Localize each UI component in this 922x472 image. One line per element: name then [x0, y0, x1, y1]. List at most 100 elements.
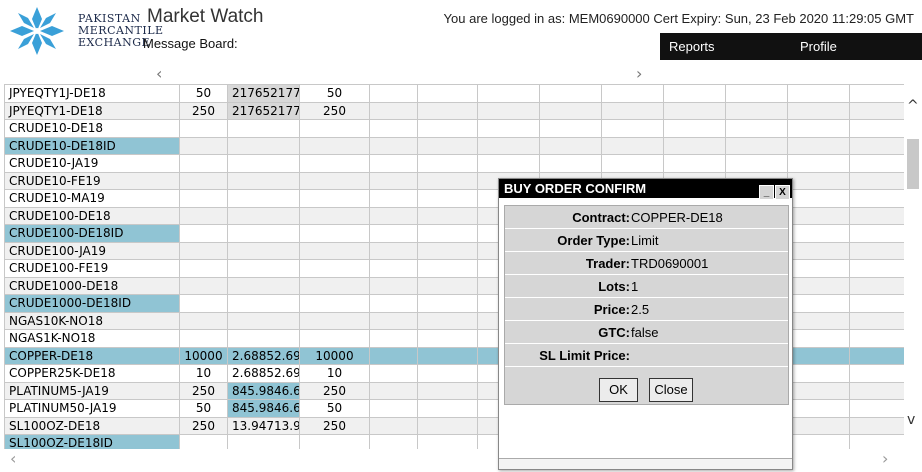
ask-qty-cell[interactable]: 50 [299, 84, 370, 103]
empty-cell[interactable] [787, 259, 850, 278]
empty-cell[interactable] [725, 154, 788, 173]
price-cell[interactable]: 845.9846.6 [227, 381, 300, 400]
empty-cell[interactable] [663, 101, 726, 120]
empty-cell[interactable] [849, 311, 904, 330]
price-cell[interactable] [227, 311, 300, 330]
empty-cell[interactable] [369, 381, 418, 400]
empty-cell[interactable] [417, 224, 478, 243]
empty-cell[interactable] [663, 119, 726, 138]
contract-cell[interactable]: SL100OZ-DE18ID [4, 434, 180, 449]
empty-cell[interactable] [369, 399, 418, 418]
bid-qty-cell[interactable] [179, 311, 228, 330]
contract-cell[interactable]: CRUDE10-MA19 [4, 189, 180, 208]
empty-cell[interactable] [787, 119, 850, 138]
empty-cell[interactable] [849, 154, 904, 173]
empty-cell[interactable] [787, 84, 850, 103]
ask-qty-cell[interactable] [299, 119, 370, 138]
contract-cell[interactable]: COPPER25K-DE18 [4, 364, 180, 383]
ask-qty-cell[interactable] [299, 154, 370, 173]
bid-qty-cell[interactable]: 50 [179, 84, 228, 103]
ask-qty-cell[interactable] [299, 259, 370, 278]
empty-cell[interactable] [417, 171, 478, 190]
contract-cell[interactable]: CRUDE100-FE19 [4, 259, 180, 278]
price-cell[interactable] [227, 434, 300, 449]
grid-vertical-scrollbar[interactable]: ^ v [904, 92, 922, 437]
contract-cell[interactable]: CRUDE100-DE18 [4, 206, 180, 225]
empty-cell[interactable] [477, 136, 540, 155]
price-cell[interactable]: 845.9846.6 [227, 399, 300, 418]
message-board-scrollbar[interactable]: ‹ › [140, 64, 660, 84]
scroll-up-icon[interactable]: ^ [907, 98, 919, 114]
empty-cell[interactable] [787, 434, 850, 449]
price-cell[interactable] [227, 224, 300, 243]
close-icon[interactable]: X [775, 185, 790, 200]
empty-cell[interactable] [417, 189, 478, 208]
ask-qty-cell[interactable] [299, 241, 370, 260]
empty-cell[interactable] [417, 346, 478, 365]
contract-cell[interactable]: CRUDE100-JA19 [4, 241, 180, 260]
empty-cell[interactable] [725, 84, 788, 103]
empty-cell[interactable] [725, 136, 788, 155]
empty-cell[interactable] [787, 136, 850, 155]
empty-cell[interactable] [477, 84, 540, 103]
empty-cell[interactable] [539, 154, 602, 173]
empty-cell[interactable] [539, 119, 602, 138]
empty-cell[interactable] [417, 84, 478, 103]
bid-qty-cell[interactable] [179, 224, 228, 243]
bid-qty-cell[interactable] [179, 241, 228, 260]
price-cell[interactable] [227, 241, 300, 260]
empty-cell[interactable] [787, 399, 850, 418]
empty-cell[interactable] [849, 224, 904, 243]
ask-qty-cell[interactable] [299, 206, 370, 225]
empty-cell[interactable] [601, 101, 664, 120]
empty-cell[interactable] [417, 119, 478, 138]
empty-cell[interactable] [477, 101, 540, 120]
empty-cell[interactable] [369, 84, 418, 103]
contract-cell[interactable]: CRUDE10-FE19 [4, 171, 180, 190]
empty-cell[interactable] [601, 84, 664, 103]
empty-cell[interactable] [787, 294, 850, 313]
empty-cell[interactable] [369, 259, 418, 278]
empty-cell[interactable] [787, 381, 850, 400]
scrollbar-thumb[interactable] [907, 139, 919, 189]
empty-cell[interactable] [725, 101, 788, 120]
ask-qty-cell[interactable] [299, 294, 370, 313]
table-row[interactable]: JPYEQTY1J-DE1850217652177050Open [4, 84, 904, 103]
empty-cell[interactable] [417, 399, 478, 418]
bid-qty-cell[interactable] [179, 276, 228, 295]
contract-cell[interactable]: CRUDE1000-DE18 [4, 276, 180, 295]
contract-cell[interactable]: COPPER-DE18 [4, 346, 180, 365]
ask-qty-cell[interactable] [299, 136, 370, 155]
empty-cell[interactable] [369, 434, 418, 449]
price-cell[interactable] [227, 171, 300, 190]
table-row[interactable]: CRUDE10-DE18IDOpen [4, 136, 904, 155]
close-button[interactable]: Close [649, 378, 693, 402]
empty-cell[interactable] [787, 346, 850, 365]
empty-cell[interactable] [787, 224, 850, 243]
scroll-down-icon[interactable]: v [907, 412, 915, 428]
bid-qty-cell[interactable] [179, 171, 228, 190]
empty-cell[interactable] [849, 381, 904, 400]
empty-cell[interactable] [601, 119, 664, 138]
empty-cell[interactable] [849, 101, 904, 120]
minimize-icon[interactable]: _ [759, 185, 774, 200]
ask-qty-cell[interactable]: 250 [299, 381, 370, 400]
empty-cell[interactable] [417, 311, 478, 330]
price-cell[interactable] [227, 119, 300, 138]
empty-cell[interactable] [787, 101, 850, 120]
ask-qty-cell[interactable]: 10 [299, 364, 370, 383]
empty-cell[interactable] [369, 329, 418, 348]
empty-cell[interactable] [787, 364, 850, 383]
dialog-resize-grip[interactable] [499, 458, 792, 469]
empty-cell[interactable] [849, 259, 904, 278]
empty-cell[interactable] [417, 329, 478, 348]
empty-cell[interactable] [369, 119, 418, 138]
ask-qty-cell[interactable]: 50 [299, 399, 370, 418]
empty-cell[interactable] [787, 154, 850, 173]
dialog-title-bar[interactable]: BUY ORDER CONFIRM _ X [499, 179, 792, 200]
price-cell[interactable]: 13.94713.968 [227, 416, 300, 435]
bid-qty-cell[interactable] [179, 434, 228, 449]
empty-cell[interactable] [849, 119, 904, 138]
empty-cell[interactable] [417, 154, 478, 173]
ask-qty-cell[interactable] [299, 189, 370, 208]
